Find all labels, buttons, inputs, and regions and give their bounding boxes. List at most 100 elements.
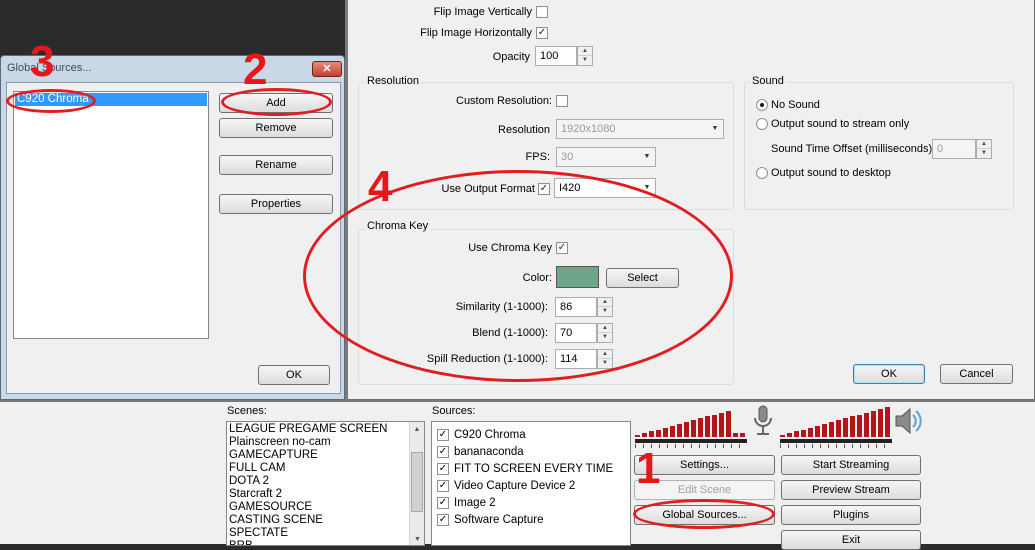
desktop-sound-label: Output sound to desktop xyxy=(771,167,891,179)
source-checkbox[interactable]: ✓ xyxy=(437,445,449,458)
exit-button[interactable]: Exit xyxy=(781,530,921,550)
source-checkbox[interactable]: ✓ xyxy=(437,479,449,492)
source-label: Video Capture Device 2 xyxy=(454,479,576,492)
no-sound-label: No Sound xyxy=(771,99,820,111)
meter-bar xyxy=(885,407,890,437)
speaker-icon[interactable] xyxy=(892,404,924,438)
meter-bar xyxy=(712,414,717,437)
meter-bar xyxy=(677,423,682,437)
desktop-sound-radio[interactable] xyxy=(756,167,768,179)
time-offset-input[interactable]: 0 xyxy=(932,139,976,159)
source-item[interactable]: ✓ Software Capture xyxy=(432,511,630,528)
resolution-value: 1920x1080 xyxy=(561,123,616,135)
source-item[interactable]: ✓ Image 2 xyxy=(432,494,630,511)
opacity-input[interactable]: 100 xyxy=(535,46,577,66)
scene-item[interactable]: Plainscreen no-cam xyxy=(227,436,424,449)
properties-button[interactable]: Properties xyxy=(219,194,333,214)
flip-vertical-label: Flip Image Vertically xyxy=(433,6,532,18)
scene-item[interactable]: LEAGUE PREGAME SCREEN xyxy=(227,423,424,436)
meter-bar xyxy=(656,429,661,437)
resolution-group-title: Resolution xyxy=(365,75,421,87)
opacity-spinner[interactable]: ▲ ▼ xyxy=(577,46,593,66)
stream-only-label: Output sound to stream only xyxy=(771,118,910,130)
source-item[interactable]: ✓ C920 Chroma xyxy=(432,426,630,443)
source-label: FIT TO SCREEN EVERY TIME xyxy=(454,462,614,475)
close-icon[interactable]: ✕ xyxy=(312,61,342,77)
source-item[interactable]: ✓ FIT TO SCREEN EVERY TIME xyxy=(432,460,630,477)
custom-resolution-label: Custom Resolution: xyxy=(456,95,552,107)
annotation-number-4: 4 xyxy=(368,162,393,211)
scene-item[interactable]: SPECTATE xyxy=(227,527,424,540)
rename-button[interactable]: Rename xyxy=(219,155,333,175)
source-checkbox[interactable]: ✓ xyxy=(437,462,449,475)
meter-bar xyxy=(878,408,883,437)
microphone-icon[interactable] xyxy=(750,404,776,438)
meter-bar xyxy=(663,427,668,437)
resolution-select[interactable]: 1920x1080 ▼ xyxy=(556,119,724,139)
meter-bar xyxy=(740,432,745,437)
meter-bar xyxy=(808,427,813,437)
meter-bar xyxy=(850,416,855,437)
meter-bar xyxy=(670,425,675,437)
dropdown-arrow-icon: ▼ xyxy=(643,153,651,160)
annotation-number-2: 2 xyxy=(243,45,268,94)
scroll-up-icon[interactable]: ▲ xyxy=(410,422,424,437)
global-sources-list[interactable]: C920 Chroma xyxy=(13,91,209,339)
meter-bar xyxy=(635,435,640,437)
scene-item[interactable]: BRB xyxy=(227,540,424,545)
sources-list[interactable]: ✓ C920 Chroma ✓ bananaconda ✓ FIT TO SCREEN E… xyxy=(431,421,631,546)
meter-bar xyxy=(843,418,848,437)
scene-item[interactable]: GAMESOURCE xyxy=(227,501,424,514)
scene-item[interactable]: GAMECAPTURE xyxy=(227,449,424,462)
mic-meter-track[interactable] xyxy=(635,439,747,443)
desktop-meter-track[interactable] xyxy=(780,439,892,443)
annotation-ellipse-source xyxy=(6,89,96,113)
sound-group-title: Sound xyxy=(750,75,786,87)
global-sources-ok-button[interactable]: OK xyxy=(258,365,330,385)
desktop-ticks xyxy=(780,444,892,448)
fps-value: 30 xyxy=(561,151,574,163)
source-checkbox[interactable]: ✓ xyxy=(437,428,449,441)
source-label: Software Capture xyxy=(454,513,544,526)
annotation-ellipse-add xyxy=(221,88,332,116)
flip-horizontal-checkbox[interactable]: ✓ xyxy=(536,27,548,39)
meter-bar xyxy=(829,422,834,437)
meter-bar xyxy=(836,420,841,437)
scenes-scrollbar[interactable]: ▲ ▼ xyxy=(409,422,424,545)
source-checkbox[interactable]: ✓ xyxy=(437,513,449,526)
scenes-list[interactable]: LEAGUE PREGAME SCREEN Plainscreen no-cam G… xyxy=(226,421,425,546)
source-label: C920 Chroma xyxy=(454,428,526,441)
meter-bar xyxy=(815,425,820,437)
mic-meter xyxy=(635,405,745,437)
scroll-thumb[interactable] xyxy=(411,452,423,512)
properties-cancel-button[interactable]: Cancel xyxy=(940,364,1013,384)
source-label: bananaconda xyxy=(454,445,524,458)
scenes-label: Scenes: xyxy=(227,405,267,417)
scene-item[interactable]: Starcraft 2 xyxy=(227,488,424,501)
remove-button[interactable]: Remove xyxy=(219,118,333,138)
source-checkbox[interactable]: ✓ xyxy=(437,496,449,509)
start-streaming-button[interactable]: Start Streaming xyxy=(781,455,921,475)
resolution-label: Resolution xyxy=(498,124,550,136)
plugins-button[interactable]: Plugins xyxy=(781,505,921,525)
dropdown-arrow-icon: ▼ xyxy=(711,125,719,132)
custom-resolution-checkbox[interactable] xyxy=(556,95,568,107)
fps-select[interactable]: 30 ▼ xyxy=(556,147,656,167)
scene-item[interactable]: DOTA 2 xyxy=(227,475,424,488)
properties-ok-button[interactable]: OK xyxy=(853,364,925,384)
meter-bar xyxy=(801,429,806,437)
flip-vertical-checkbox[interactable] xyxy=(536,6,548,18)
preview-stream-button[interactable]: Preview Stream xyxy=(781,480,921,500)
meter-bar xyxy=(864,412,869,437)
scene-item[interactable]: CASTING SCENE xyxy=(227,514,424,527)
meter-bar xyxy=(726,410,731,437)
time-offset-spinner[interactable]: ▲ ▼ xyxy=(976,139,992,159)
source-item[interactable]: ✓ Video Capture Device 2 xyxy=(432,477,630,494)
stream-only-radio[interactable] xyxy=(756,118,768,130)
scene-item[interactable]: FULL CAM xyxy=(227,462,424,475)
annotation-ellipse-global xyxy=(633,499,775,529)
no-sound-radio[interactable] xyxy=(756,99,768,111)
annotation-number-1: 1 xyxy=(636,444,661,493)
meter-bar xyxy=(871,410,876,437)
source-item[interactable]: ✓ bananaconda xyxy=(432,443,630,460)
